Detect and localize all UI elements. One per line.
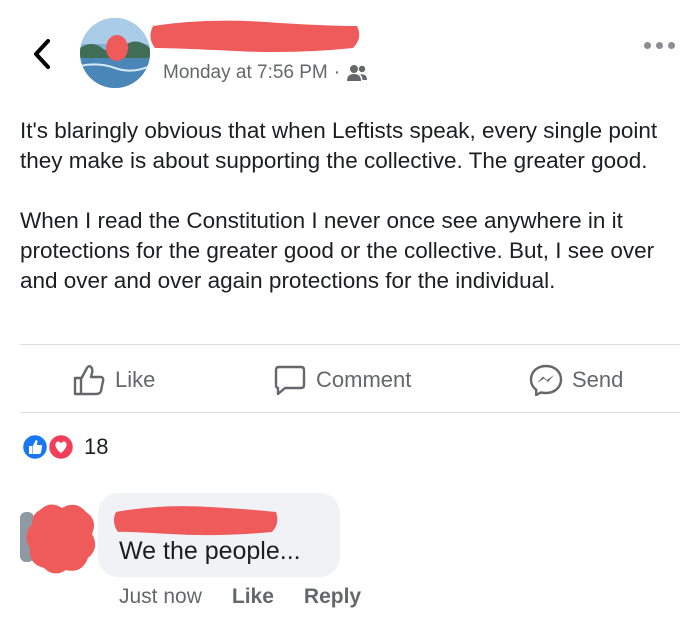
more-options-button[interactable]	[640, 38, 679, 53]
like-button[interactable]: Like	[72, 364, 155, 396]
divider	[20, 412, 680, 413]
post-timestamp[interactable]: Monday at 7:56 PM	[163, 62, 328, 84]
poster-name-redaction	[145, 16, 365, 56]
reaction-summary[interactable]: 18	[20, 432, 108, 462]
commenter-name-redaction	[110, 500, 282, 540]
meta-separator: ·	[333, 62, 341, 83]
comment-meta: Just now Like Reply	[119, 585, 361, 609]
commenter-avatar-redaction	[20, 504, 96, 574]
messenger-icon	[529, 364, 563, 396]
chevron-left-icon	[34, 39, 50, 69]
comment-reply-button[interactable]: Reply	[304, 585, 361, 609]
like-label: Like	[115, 367, 156, 392]
back-button[interactable]	[22, 34, 62, 74]
comment-bubble-icon	[274, 365, 306, 396]
friends-icon	[347, 65, 368, 81]
comment-button[interactable]: Comment	[273, 364, 411, 396]
post-paragraph: It's blaringly obvious that when Leftist…	[20, 118, 658, 173]
comment-label: Comment	[316, 367, 412, 392]
more-dot-icon	[644, 42, 651, 49]
commenter-avatar[interactable]	[20, 498, 100, 578]
avatar-photo	[80, 18, 150, 88]
thumbs-up-icon	[73, 365, 105, 396]
post-body: It's blaringly obvious that when Leftist…	[20, 116, 680, 326]
divider	[20, 344, 680, 345]
more-dot-icon	[668, 42, 675, 49]
post-meta: Monday at 7:56 PM ·	[163, 62, 368, 84]
post-paragraph: When I read the Constitution I never onc…	[20, 208, 655, 293]
comment-like-button[interactable]: Like	[232, 585, 274, 609]
love-reaction-icon	[46, 432, 76, 462]
send-button[interactable]: Send	[529, 364, 623, 396]
like-reaction-icon	[20, 432, 50, 462]
comment-text: We the people...	[119, 537, 301, 565]
poster-avatar[interactable]	[80, 18, 150, 88]
reaction-icons	[20, 432, 76, 462]
comment-time: Just now	[119, 585, 202, 608]
more-dot-icon	[656, 42, 663, 49]
send-label: Send	[572, 367, 624, 392]
reaction-count: 18	[84, 434, 109, 459]
